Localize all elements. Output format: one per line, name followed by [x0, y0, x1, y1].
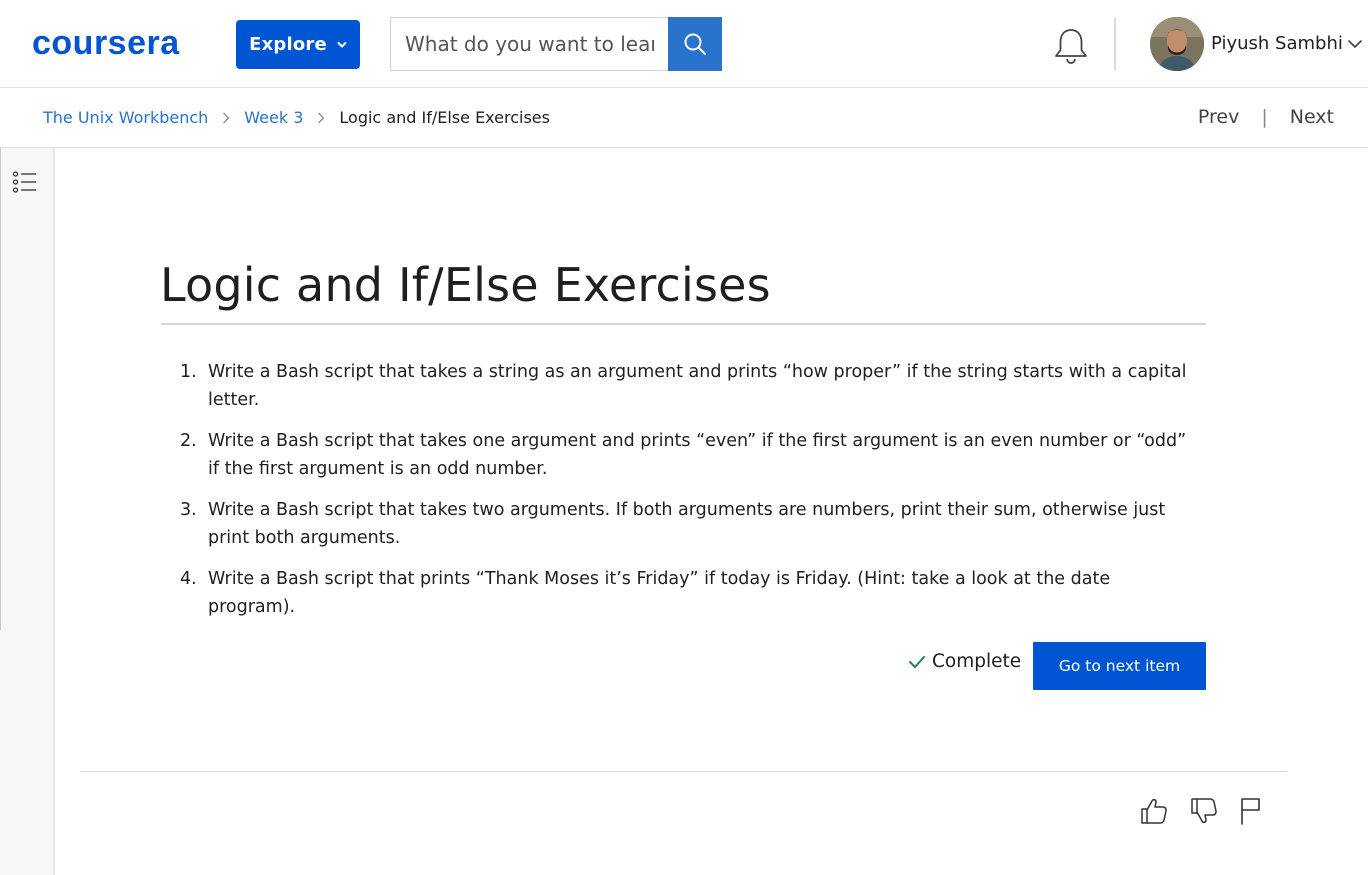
left-rail — [0, 148, 55, 875]
thumbs-up-icon[interactable] — [1140, 796, 1168, 826]
complete-label: Complete — [932, 651, 1022, 672]
chevron-down-icon[interactable] — [1347, 38, 1363, 50]
check-icon — [909, 655, 925, 668]
coursera-logo[interactable]: coursera — [32, 26, 204, 62]
next-button[interactable]: Next — [1290, 106, 1334, 128]
header-divider — [1114, 18, 1116, 70]
bell-icon[interactable] — [1052, 26, 1090, 66]
item-number: 4. — [180, 569, 197, 589]
list-item: 4. Write a Bash script that prints “Than… — [180, 565, 1200, 621]
explore-label: Explore — [249, 34, 327, 55]
coursera-logo-mark: coursera — [32, 26, 180, 62]
rail-border — [0, 148, 1, 630]
list-icon[interactable] — [12, 170, 38, 196]
page-title: Logic and If/Else Exercises — [160, 258, 771, 312]
nav-separator: | — [1261, 106, 1268, 128]
explore-button[interactable]: Explore — [236, 20, 360, 69]
item-text: Write a Bash script that takes a string … — [208, 362, 1187, 410]
prev-next-nav: Prev | Next — [1198, 106, 1334, 128]
item-number: 1. — [180, 362, 197, 382]
search-input[interactable] — [390, 17, 668, 71]
svg-text:coursera: coursera — [32, 26, 180, 62]
thumbs-down-icon[interactable] — [1190, 796, 1218, 826]
complete-status: Complete — [908, 651, 1021, 672]
exercise-list: 1. Write a Bash script that takes a stri… — [180, 358, 1200, 634]
chevron-down-icon — [337, 41, 347, 47]
footer-divider — [80, 771, 1287, 772]
flag-icon[interactable] — [1238, 796, 1266, 826]
breadcrumb-course[interactable]: The Unix Workbench — [43, 108, 208, 127]
item-text: Write a Bash script that takes one argum… — [208, 431, 1187, 479]
chevron-right-icon — [318, 112, 325, 123]
item-text: Write a Bash script that prints “Thank M… — [208, 569, 1111, 617]
title-divider — [161, 323, 1206, 325]
avatar[interactable] — [1150, 17, 1204, 71]
search-button[interactable] — [668, 17, 722, 71]
breadcrumb-current: Logic and If/Else Exercises — [339, 108, 550, 127]
go-to-next-item-button[interactable]: Go to next item — [1033, 642, 1206, 690]
user-name[interactable]: Piyush Sambhi — [1211, 33, 1343, 54]
avatar-image — [1150, 17, 1204, 71]
prev-button[interactable]: Prev — [1198, 106, 1239, 128]
breadcrumb-bar: The Unix Workbench Week 3 Logic and If/E… — [0, 88, 1368, 148]
search-icon — [684, 33, 706, 55]
breadcrumb-week[interactable]: Week 3 — [244, 108, 303, 127]
list-item: 1. Write a Bash script that takes a stri… — [180, 358, 1200, 414]
breadcrumb: The Unix Workbench Week 3 Logic and If/E… — [43, 108, 550, 127]
item-number: 2. — [180, 431, 197, 451]
chevron-right-icon — [223, 112, 230, 123]
item-number: 3. — [180, 500, 197, 520]
item-text: Write a Bash script that takes two argum… — [208, 500, 1166, 548]
list-item: 3. Write a Bash script that takes two ar… — [180, 496, 1200, 552]
list-item: 2. Write a Bash script that takes one ar… — [180, 427, 1200, 483]
search-bar — [390, 17, 722, 71]
top-header: coursera Explore Piyush Samb — [0, 0, 1368, 88]
